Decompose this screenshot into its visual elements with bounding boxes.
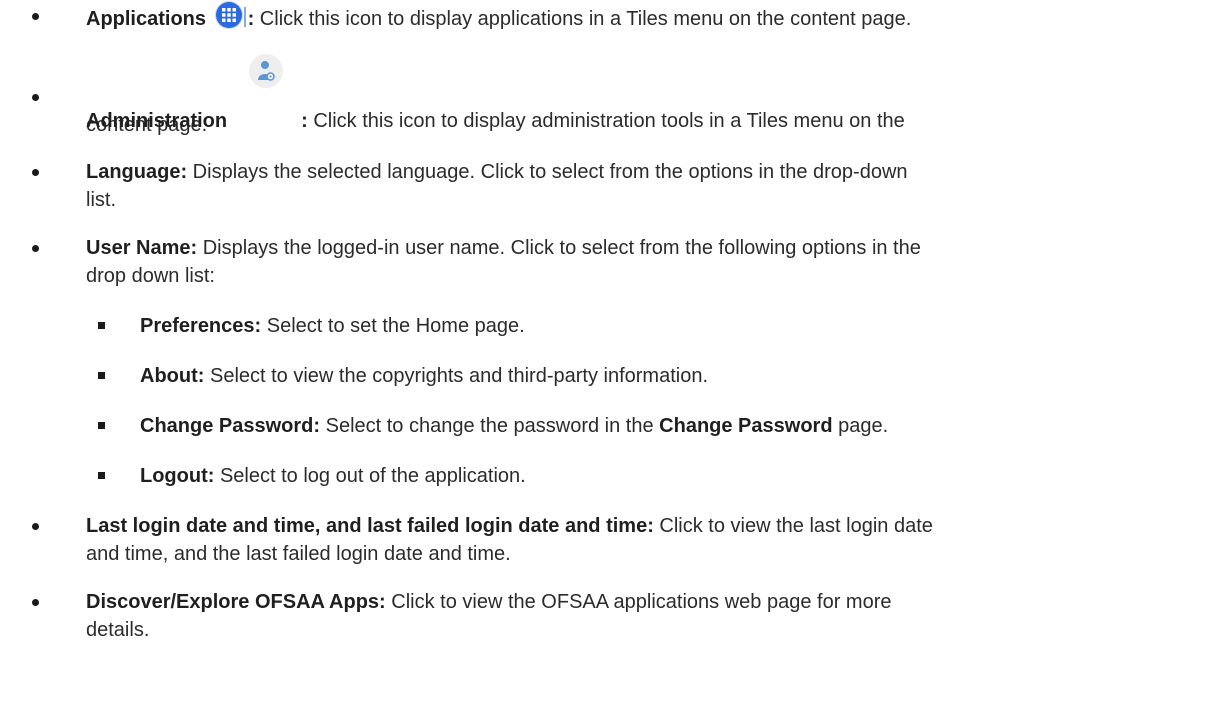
sub-item-text: Select to change the password in the — [320, 415, 660, 437]
term-change-password: Change Password: — [140, 415, 321, 437]
term-separator: : — [301, 110, 308, 132]
list-item-language: Language: Displays the selected language… — [32, 158, 1186, 214]
item-text-continued: details. — [86, 619, 150, 641]
item-text: Click this icon to display administratio… — [307, 110, 905, 132]
list-item-administration: Administration : Click this icon to disp… — [32, 54, 1186, 139]
sub-item-about: About: Select to view the copyrights and… — [98, 362, 1180, 390]
item-text-continued: drop down list: — [86, 265, 215, 287]
term-administration: Administration — [86, 110, 228, 132]
list-item-user-name: User Name: Displays the logged-in user n… — [32, 234, 1186, 290]
administration-user-gear-icon — [249, 54, 284, 88]
icon-divider — [243, 7, 246, 27]
term-about: About: — [140, 365, 205, 387]
document-page: Applications : Click this icon to displa… — [0, 0, 1206, 706]
term-applications: Applications — [86, 8, 207, 30]
sub-item-text-end: page. — [832, 415, 889, 437]
list-item-discover-ofsaa: Discover/Explore OFSAA Apps: Click to vi… — [32, 588, 1186, 644]
item-text-continued: and time, and the last failed login date… — [86, 543, 511, 565]
item-text: Click to view the last login date — [653, 515, 933, 537]
sub-item-text: Select to log out of the application. — [214, 465, 526, 487]
sub-item-logout: Logout: Select to log out of the applica… — [98, 462, 1180, 490]
term-user-name: User Name: — [86, 237, 198, 259]
applications-grid-icon — [215, 2, 242, 28]
item-text: Click to view the OFSAA applications web… — [385, 591, 892, 613]
item-text: Displays the selected language. Click to… — [187, 161, 908, 183]
sub-item-change-password: Change Password: Select to change the pa… — [98, 412, 1180, 440]
term-preferences: Preferences: — [140, 315, 262, 337]
item-text-continued: list. — [86, 189, 116, 211]
list-item-applications: Applications : Click this icon to displa… — [32, 2, 1186, 33]
sub-item-text: Select to view the copyrights and third-… — [204, 365, 708, 387]
term-discover-ofsaa: Discover/Explore OFSAA Apps: — [86, 591, 386, 613]
sub-item-preferences: Preferences: Select to set the Home page… — [98, 312, 1180, 340]
term-last-login: Last login date and time, and last faile… — [86, 515, 654, 537]
list-item-last-login: Last login date and time, and last faile… — [32, 512, 1186, 568]
term-change-password-page: Change Password — [659, 415, 833, 437]
sub-item-text: Select to set the Home page. — [261, 315, 525, 337]
term-logout: Logout: — [140, 465, 215, 487]
item-text: Click this icon to display applications … — [254, 8, 912, 30]
term-language: Language: — [86, 161, 188, 183]
item-text: Displays the logged-in user name. Click … — [197, 237, 921, 259]
